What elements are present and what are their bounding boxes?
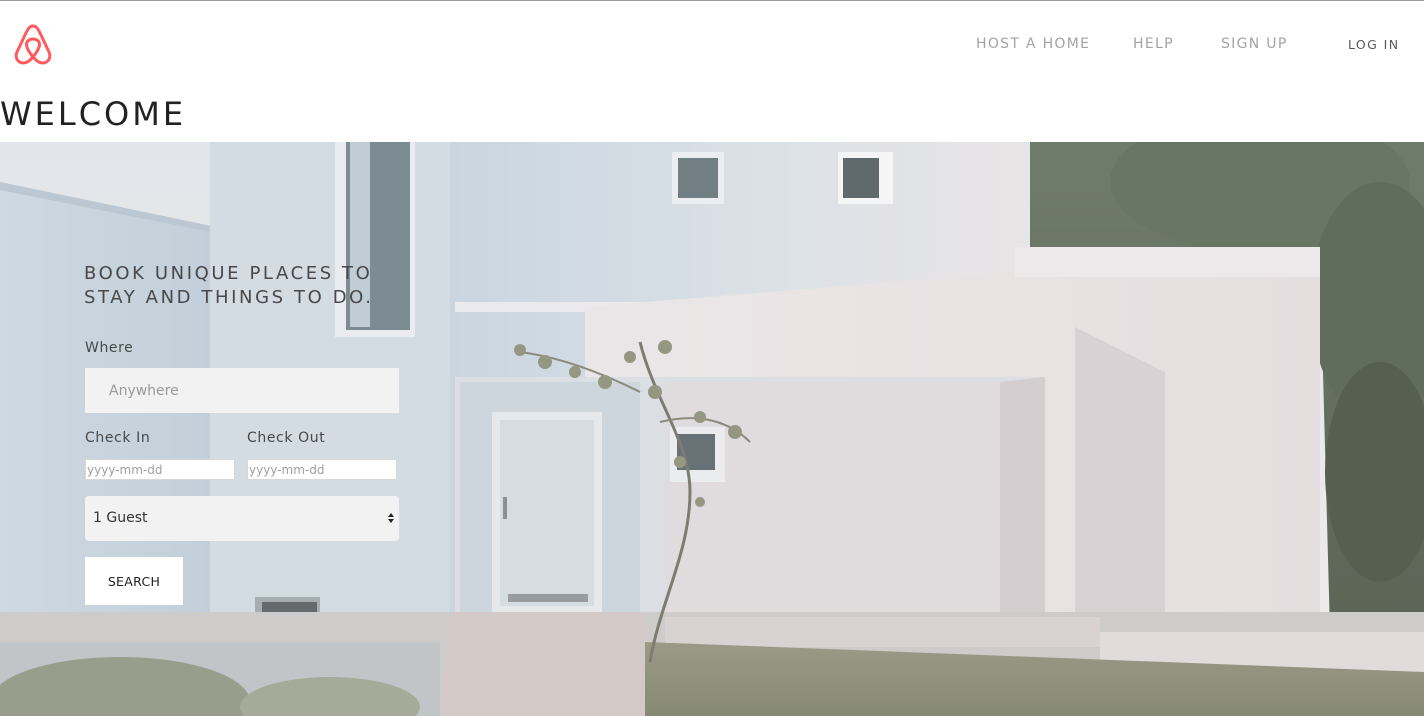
host-a-home-link[interactable]: HOST A HOME: [976, 36, 1090, 52]
check-out-label: Check Out: [247, 430, 326, 446]
log-in-link[interactable]: LOG IN: [1348, 37, 1399, 52]
where-input[interactable]: [85, 368, 399, 413]
sign-up-link[interactable]: SIGN UP: [1221, 36, 1288, 52]
check-out-date-field[interactable]: [247, 459, 397, 480]
help-link[interactable]: HELP: [1133, 36, 1174, 52]
hero-house-photo: [0, 142, 1424, 716]
page-title: WELCOME: [0, 95, 187, 133]
guests-select[interactable]: 1 Guest: [85, 496, 399, 541]
check-in-date-field[interactable]: [85, 459, 235, 480]
hero-tagline: BOOK UNIQUE PLACES TO STAY AND THINGS TO…: [84, 263, 374, 308]
where-label: Where: [85, 340, 134, 356]
hero-section: BOOK UNIQUE PLACES TO STAY AND THINGS TO…: [0, 142, 1424, 716]
check-in-label: Check In: [85, 430, 151, 446]
select-updown-arrow-icon: [388, 513, 394, 523]
top-divider: [0, 0, 1424, 1]
page: HOST A HOME HELP SIGN UP LOG IN WELCOME: [0, 0, 1424, 716]
top-nav: HOST A HOME HELP SIGN UP LOG IN: [0, 36, 1424, 56]
guests-selected-value: 1 Guest: [93, 510, 148, 526]
search-button[interactable]: SEARCH: [85, 557, 183, 605]
